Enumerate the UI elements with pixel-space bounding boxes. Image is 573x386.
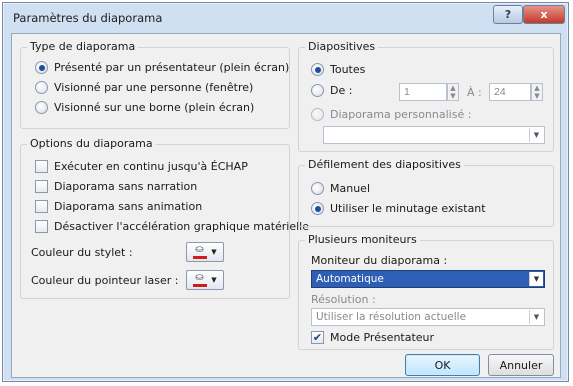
dialog-content: Type de diaporama Présenté par un présen…: [11, 33, 561, 378]
options-group-title: Options du diaporama: [27, 137, 156, 150]
slides-group: Diapositives Toutes De : ▲▼ À : ▲▼ Diapo…: [298, 40, 554, 152]
options-group: Options du diaporama Exécuter en continu…: [20, 137, 309, 299]
check-loop-box[interactable]: [35, 160, 48, 173]
radio-timing-button[interactable]: [311, 202, 324, 215]
dialog-window: Paramètres du diaporama ? x Type de diap…: [2, 2, 569, 382]
radio-kiosk-button[interactable]: [35, 101, 48, 114]
radio-manual-label: Manuel: [330, 182, 370, 195]
to-spinner[interactable]: ▲ ▼: [531, 83, 543, 101]
check-presenter-view[interactable]: ✔ Mode Présentateur: [311, 331, 434, 344]
monitor-select[interactable]: Automatique ▼: [311, 270, 545, 288]
laser-color-button[interactable]: ⛀ ▼: [186, 270, 224, 290]
radio-all-slides-button[interactable]: [311, 63, 324, 76]
help-icon: ?: [504, 8, 512, 21]
check-no-narration-box[interactable]: [35, 180, 48, 193]
laser-color-label: Couleur du pointeur laser :: [31, 274, 179, 287]
check-no-animation-label: Diaporama sans animation: [54, 200, 203, 213]
type-group-title: Type de diaporama: [27, 40, 139, 53]
close-button[interactable]: x: [523, 5, 565, 24]
cancel-button[interactable]: Annuler: [488, 354, 554, 376]
slides-group-title: Diapositives: [305, 40, 379, 53]
radio-kiosk-label: Visionné sur une borne (plein écran): [54, 101, 255, 114]
radio-presenter[interactable]: Présenté par un présentateur (plein écra…: [35, 61, 289, 74]
radio-all-slides-label: Toutes: [330, 63, 366, 76]
help-button[interactable]: ?: [493, 5, 523, 24]
check-disable-hw-label: Désactiver l'accélération graphique maté…: [54, 220, 309, 233]
check-presenter-view-box[interactable]: ✔: [311, 331, 324, 344]
radio-kiosk[interactable]: Visionné sur une borne (plein écran): [35, 101, 254, 114]
chevron-down-icon: ▼: [529, 272, 543, 286]
chevron-down-icon: ▼: [529, 128, 543, 142]
radio-custom-label: Diaporama personnalisé :: [330, 108, 472, 121]
monitors-group: Plusieurs moniteurs Moniteur du diaporam…: [298, 233, 554, 350]
radio-window[interactable]: Visionné par une personne (fenêtre): [35, 81, 253, 94]
radio-from-button[interactable]: [311, 84, 324, 97]
check-no-animation[interactable]: Diaporama sans animation: [35, 200, 202, 213]
custom-show-select[interactable]: ▼: [323, 126, 545, 144]
radio-custom[interactable]: Diaporama personnalisé :: [311, 108, 471, 121]
chevron-down-icon: ▼: [211, 248, 217, 256]
radio-timing[interactable]: Utiliser le minutage existant: [311, 202, 486, 215]
paint-bucket-icon: ⛀: [193, 245, 208, 259]
from-input[interactable]: [399, 83, 447, 101]
check-no-narration[interactable]: Diaporama sans narration: [35, 180, 197, 193]
ok-button[interactable]: OK: [405, 354, 480, 376]
title-bar: Paramètres du diaporama ? x: [3, 3, 568, 31]
check-disable-hw[interactable]: Désactiver l'accélération graphique maté…: [35, 220, 309, 233]
radio-manual[interactable]: Manuel: [311, 182, 370, 195]
pen-color-label: Couleur du stylet :: [31, 246, 133, 259]
type-group: Type de diaporama Présenté par un présen…: [20, 40, 290, 129]
radio-manual-button[interactable]: [311, 182, 324, 195]
radio-window-button[interactable]: [35, 81, 48, 94]
check-presenter-view-label: Mode Présentateur: [330, 331, 435, 344]
chevron-down-icon: ▼: [529, 310, 543, 324]
close-icon: x: [540, 8, 548, 21]
monitor-label: Moniteur du diaporama :: [311, 254, 448, 267]
ok-button-label: OK: [434, 358, 451, 372]
paint-bucket-icon: ⛀: [193, 273, 208, 287]
resolution-select[interactable]: Utiliser la résolution actuelle ▼: [311, 308, 545, 326]
resolution-label: Résolution :: [311, 293, 376, 306]
radio-custom-button[interactable]: [311, 108, 324, 121]
cancel-button-label: Annuler: [499, 358, 543, 372]
to-label: À :: [467, 86, 482, 99]
advance-group: Défilement des diapositives Manuel Utili…: [298, 158, 554, 227]
check-loop[interactable]: Exécuter en continu jusqu'à ÉCHAP: [35, 160, 248, 173]
chevron-down-icon: ▼: [211, 276, 217, 284]
radio-timing-label: Utiliser le minutage existant: [330, 202, 486, 215]
radio-all-slides[interactable]: Toutes: [311, 63, 365, 76]
monitors-group-title: Plusieurs moniteurs: [305, 233, 420, 246]
radio-window-label: Visionné par une personne (fenêtre): [54, 81, 254, 94]
check-loop-label: Exécuter en continu jusqu'à ÉCHAP: [54, 160, 248, 173]
monitor-value: Automatique: [316, 273, 384, 285]
check-no-narration-label: Diaporama sans narration: [54, 180, 198, 193]
pen-color-button[interactable]: ⛀ ▼: [186, 242, 224, 262]
dialog-title: Paramètres du diaporama: [13, 11, 163, 25]
advance-group-title: Défilement des diapositives: [305, 158, 464, 171]
radio-from-label: De :: [330, 84, 353, 97]
radio-presenter-label: Présenté par un présentateur (plein écra…: [54, 61, 290, 74]
check-no-animation-box[interactable]: [35, 200, 48, 213]
check-disable-hw-box[interactable]: [35, 220, 48, 233]
from-spinner[interactable]: ▲ ▼: [447, 83, 459, 101]
radio-presenter-button[interactable]: [35, 61, 48, 74]
resolution-value: Utiliser la résolution actuelle: [316, 311, 467, 323]
to-input[interactable]: [489, 83, 531, 101]
radio-from[interactable]: De :: [311, 84, 352, 97]
